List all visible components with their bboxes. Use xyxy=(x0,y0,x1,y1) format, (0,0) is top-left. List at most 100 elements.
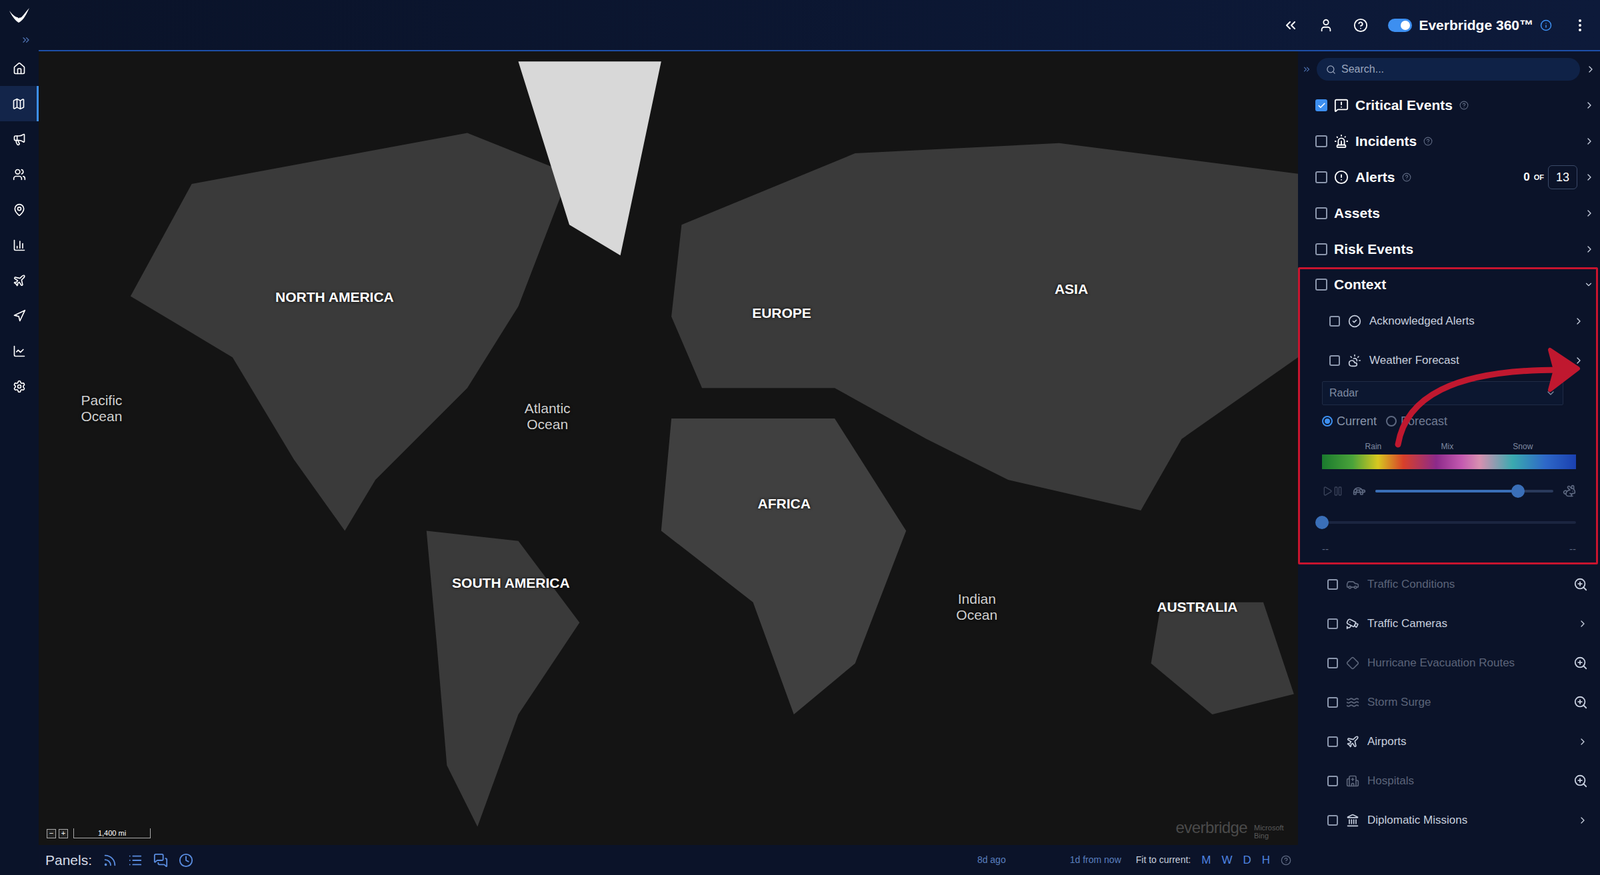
toggle[interactable] xyxy=(1388,18,1412,32)
checkbox[interactable] xyxy=(1327,736,1338,748)
nav-item[interactable] xyxy=(0,298,39,334)
legend-label: Mix xyxy=(1440,441,1454,452)
play-icon[interactable] xyxy=(1322,486,1333,497)
help-icon[interactable] xyxy=(1423,136,1433,146)
collapse-icon[interactable] xyxy=(1282,17,1299,34)
nav-icon xyxy=(12,168,26,182)
checkbox[interactable] xyxy=(1315,207,1328,220)
slow-icon[interactable] xyxy=(1352,484,1366,498)
chevron-right-icon[interactable] xyxy=(1573,316,1584,327)
checkbox[interactable] xyxy=(1315,278,1328,291)
info-icon[interactable] xyxy=(1540,19,1552,32)
nav-icon xyxy=(12,309,26,323)
checkbox[interactable] xyxy=(1315,99,1328,112)
map-label: Pacific Ocean xyxy=(61,392,142,425)
context-layer: Hurricane Evacuation Routes xyxy=(1298,643,1600,683)
checkbox[interactable] xyxy=(1327,776,1338,787)
expand-icon[interactable] xyxy=(20,34,32,46)
nav-item[interactable] xyxy=(0,262,39,298)
chevron-right-icon[interactable] xyxy=(1585,64,1596,75)
slider[interactable] xyxy=(1322,516,1576,530)
layer-row[interactable]: Alerts0OF13 xyxy=(1298,159,1600,196)
menu-icon[interactable] xyxy=(1572,17,1588,34)
checkbox[interactable] xyxy=(1327,697,1338,708)
range-end[interactable]: 1d from now xyxy=(1070,853,1122,868)
fit-option[interactable]: W xyxy=(1221,852,1232,870)
checkbox[interactable] xyxy=(1315,135,1328,148)
chevron-right-icon[interactable] xyxy=(1577,736,1588,748)
layer-dropdown[interactable]: Radar xyxy=(1322,381,1564,406)
panel-icon[interactable] xyxy=(153,853,168,868)
logo-icon[interactable] xyxy=(8,6,31,26)
expand-icon[interactable] xyxy=(1302,64,1312,74)
chevron-right-icon[interactable] xyxy=(1584,136,1595,147)
fast-icon[interactable] xyxy=(1562,484,1576,498)
layer-row[interactable]: Critical Events xyxy=(1298,87,1600,124)
nav-item[interactable] xyxy=(0,368,39,404)
fit-option[interactable]: D xyxy=(1242,852,1251,870)
checkbox[interactable] xyxy=(1327,815,1338,826)
chevron-right-icon[interactable] xyxy=(1573,355,1584,366)
zoom-icon[interactable] xyxy=(1573,656,1588,671)
pause-icon[interactable] xyxy=(1332,486,1344,497)
app: Everbridge 360™NORTH AMERICAEUROPEASIAAF… xyxy=(0,0,1600,875)
chevron-down-icon[interactable] xyxy=(1584,280,1594,290)
top-bar: Everbridge 360™ xyxy=(38,0,1600,52)
panel-icon[interactable] xyxy=(102,853,118,868)
slider-thumb[interactable] xyxy=(1511,484,1525,498)
chevron-right-icon[interactable] xyxy=(1577,815,1588,826)
slider-thumb[interactable] xyxy=(1315,516,1329,530)
chevron-right-icon[interactable] xyxy=(1584,172,1595,183)
layer-row[interactable]: Risk Events xyxy=(1298,231,1600,268)
layer-row[interactable]: Incidents xyxy=(1298,123,1600,160)
checkbox[interactable] xyxy=(1327,579,1338,590)
checkbox[interactable] xyxy=(1329,316,1340,327)
timeline-end: -- xyxy=(1569,542,1576,558)
nav-item[interactable] xyxy=(0,333,39,369)
layer-icon xyxy=(1346,617,1360,631)
chevron-right-icon[interactable] xyxy=(1584,208,1595,219)
nav-item[interactable] xyxy=(0,192,39,228)
nav-item[interactable] xyxy=(0,227,39,263)
context-layer: Traffic Conditions xyxy=(1298,564,1600,604)
slider[interactable] xyxy=(1375,484,1554,498)
help-icon[interactable] xyxy=(1353,18,1368,33)
zoom-button[interactable]: + xyxy=(58,829,68,839)
panel-icon[interactable] xyxy=(128,853,143,868)
checkbox[interactable] xyxy=(1315,243,1328,256)
checkbox[interactable] xyxy=(1327,658,1338,669)
panel-icon[interactable] xyxy=(178,853,194,868)
help-icon[interactable] xyxy=(1280,855,1292,866)
layer-icon xyxy=(1346,656,1360,670)
mode-radio[interactable]: Forecast xyxy=(1386,412,1448,431)
user-icon[interactable] xyxy=(1318,18,1334,33)
nav-item[interactable] xyxy=(0,86,39,122)
chevron-right-icon[interactable] xyxy=(1584,100,1595,111)
mode-radio[interactable]: Current xyxy=(1322,412,1377,431)
annotation-arrow-icon xyxy=(1298,51,1600,518)
chevron-right-icon[interactable] xyxy=(1584,244,1595,255)
help-icon[interactable] xyxy=(1402,172,1412,182)
checkbox[interactable] xyxy=(1329,355,1340,366)
chevron-right-icon[interactable] xyxy=(1577,618,1588,630)
nav-item[interactable] xyxy=(0,121,39,157)
zoom-icon[interactable] xyxy=(1573,774,1588,789)
zoom-button[interactable]: − xyxy=(46,829,56,839)
checkbox[interactable] xyxy=(1315,171,1328,184)
help-icon[interactable] xyxy=(1459,100,1469,110)
map[interactable]: NORTH AMERICAEUROPEASIAAFRICASOUTH AMERI… xyxy=(38,51,1298,846)
layer-row[interactable]: Context xyxy=(1300,267,1596,302)
layer-row[interactable]: Assets xyxy=(1298,195,1600,232)
checkbox[interactable] xyxy=(1327,618,1338,630)
nav-item[interactable] xyxy=(0,156,39,192)
fit-option[interactable]: H xyxy=(1262,852,1270,870)
search-field[interactable]: Search... xyxy=(1316,58,1580,81)
context-layer: Traffic Cameras xyxy=(1298,604,1600,644)
zoom-icon[interactable] xyxy=(1573,577,1588,592)
layer-icon xyxy=(1346,696,1360,710)
zoom-icon[interactable] xyxy=(1573,695,1588,710)
nav-item[interactable] xyxy=(0,50,39,86)
fit-option[interactable]: M xyxy=(1201,852,1211,870)
context-highlight: ContextAcknowledged AlertsWeather Foreca… xyxy=(1298,267,1598,565)
range-start[interactable]: 8d ago xyxy=(977,853,1006,868)
